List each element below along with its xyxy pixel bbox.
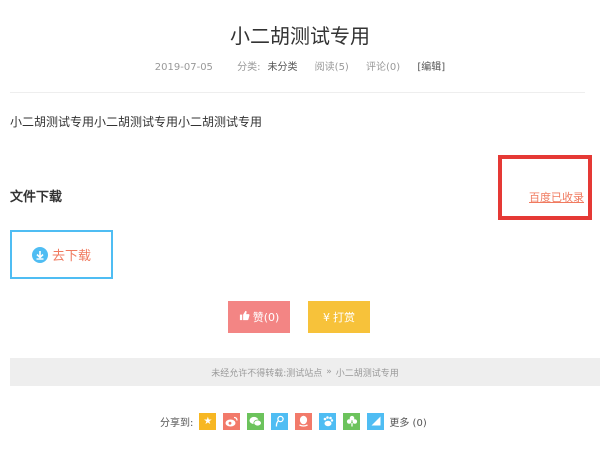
copyright-notice: 未经允许不得转载: 测试站点 » 小二胡测试专用 bbox=[10, 358, 600, 386]
header-divider bbox=[10, 92, 585, 93]
baidu-indexed-link[interactable]: 百度已收录 bbox=[529, 189, 584, 205]
renren-icon[interactable] bbox=[343, 412, 361, 430]
download-button[interactable]: 去下载 bbox=[10, 230, 113, 279]
share-more-link[interactable]: 更多 (0) bbox=[389, 414, 426, 429]
comment-count[interactable]: 评论(0) bbox=[366, 62, 400, 73]
baidu-icon[interactable] bbox=[319, 412, 337, 430]
page-title: 小二胡测试专用 bbox=[230, 24, 370, 48]
reward-button[interactable]: ¥ 打赏 bbox=[308, 301, 370, 333]
download-section-title: 文件下载 bbox=[10, 190, 63, 205]
category-label: 分类: bbox=[237, 62, 261, 73]
copyright-post-link[interactable]: 小二胡测试专用 bbox=[336, 366, 399, 379]
qq-icon[interactable] bbox=[295, 412, 313, 430]
bookmark-icon[interactable] bbox=[367, 412, 385, 430]
wechat-icon[interactable] bbox=[247, 412, 265, 430]
copyright-text: 未经允许不得转载: bbox=[211, 368, 287, 379]
read-count: 阅读(5) bbox=[314, 62, 349, 73]
share-bar: 分享到: ★ 更多 (0) bbox=[160, 410, 427, 432]
post-meta: 2019-07-05 分类: 未分类 阅读(5) 评论(0) [编辑] bbox=[0, 58, 600, 73]
tencent-weibo-icon[interactable] bbox=[271, 412, 289, 430]
like-label: 赞(0) bbox=[252, 311, 280, 324]
qzone-icon[interactable]: ★ bbox=[199, 412, 217, 430]
cloud-download-icon bbox=[31, 246, 48, 263]
reward-label: 打赏 bbox=[333, 311, 355, 324]
yen-icon: ¥ bbox=[323, 310, 330, 324]
share-label: 分享到: bbox=[160, 417, 194, 429]
download-button-label: 去下载 bbox=[51, 249, 91, 264]
thumbs-up-icon bbox=[239, 310, 250, 324]
category-link[interactable]: 未分类 bbox=[267, 62, 297, 73]
post-date: 2019-07-05 bbox=[154, 62, 213, 73]
post-content: 小二胡测试专用小二胡测试专用小二胡测试专用 bbox=[10, 115, 263, 129]
copyright-separator: » bbox=[326, 367, 332, 377]
like-button[interactable]: 赞(0) bbox=[228, 301, 290, 333]
copyright-site-link[interactable]: 测试站点 bbox=[286, 366, 322, 379]
weibo-icon[interactable] bbox=[223, 412, 241, 430]
edit-link[interactable]: [编辑] bbox=[417, 62, 445, 73]
post-category: 分类: 未分类 bbox=[230, 62, 297, 73]
highlight-box bbox=[498, 155, 592, 220]
article-page: 小二胡测试专用 2019-07-05 分类: 未分类 阅读(5) 评论(0) [编… bbox=[0, 0, 600, 450]
